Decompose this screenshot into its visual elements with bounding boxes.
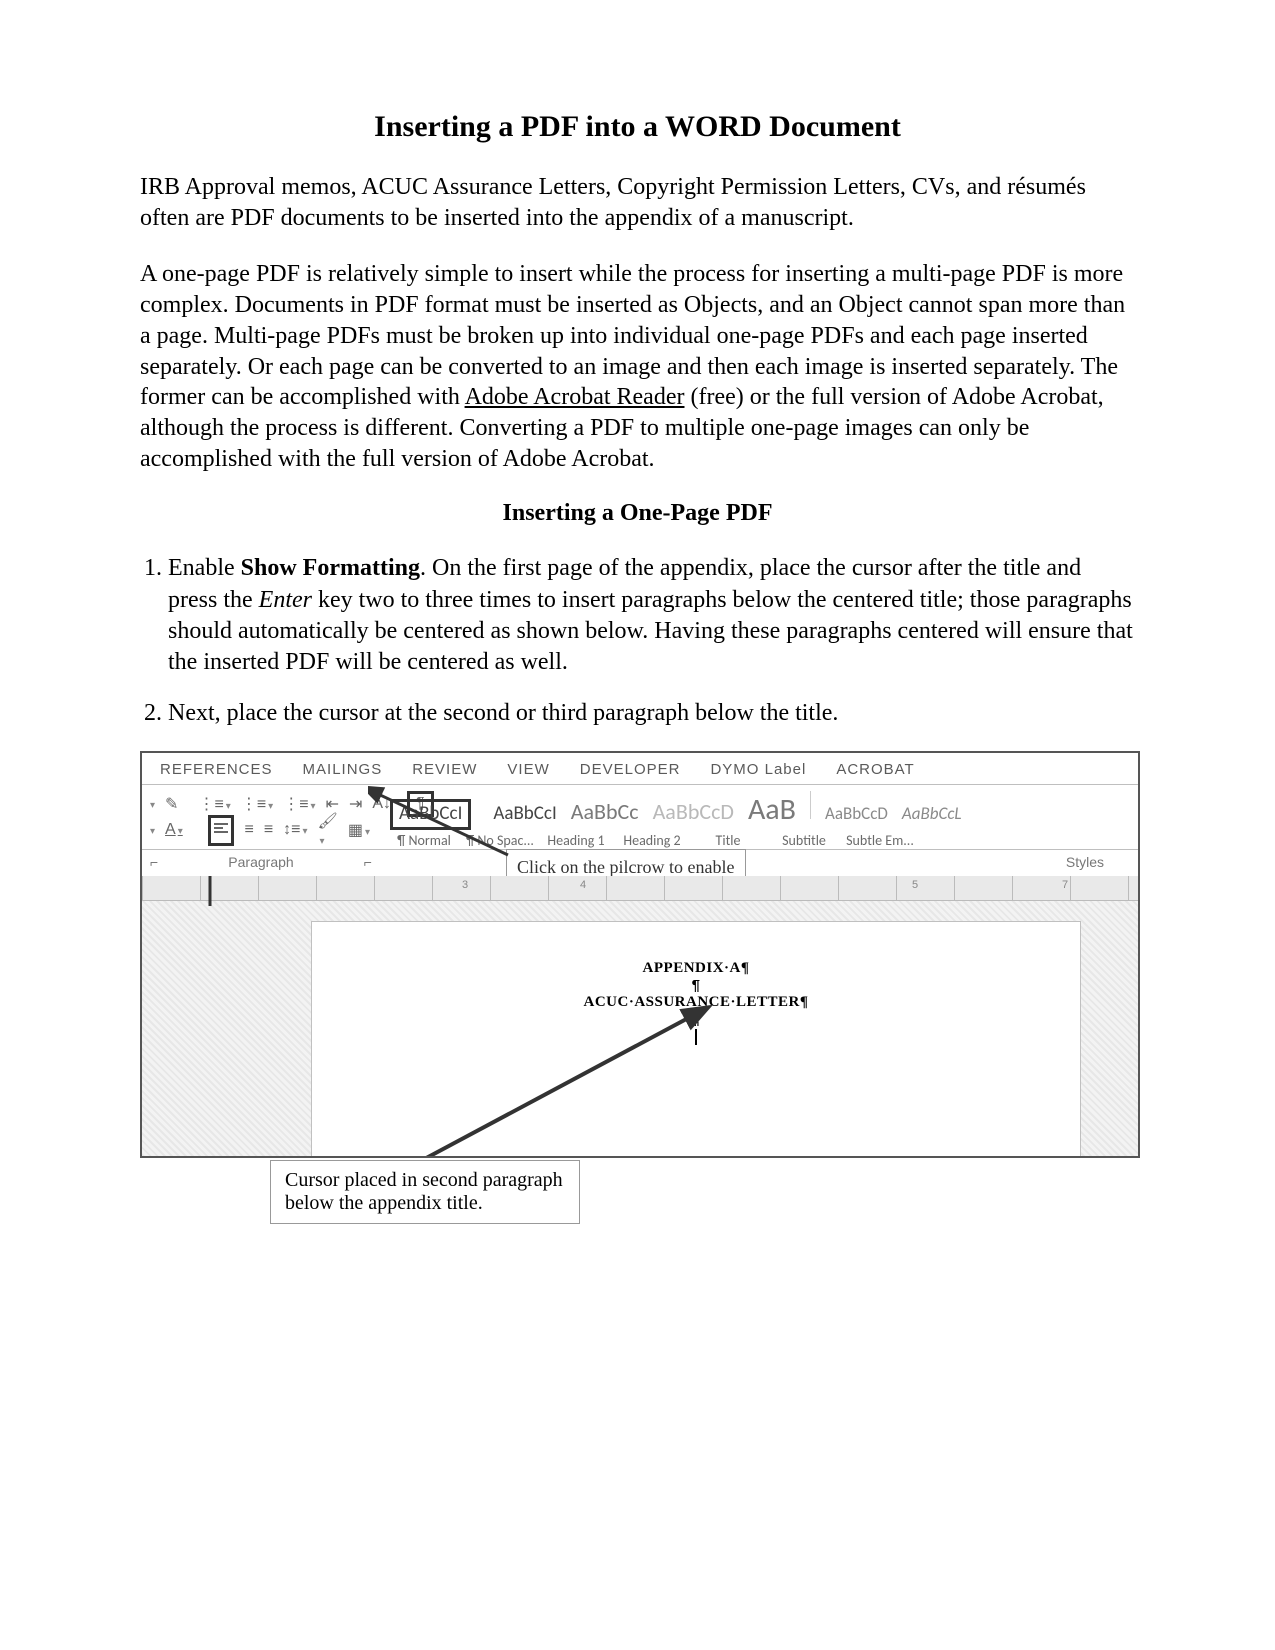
- style-name-subtitle: Subtitle: [770, 832, 838, 849]
- document-area: 3 4 5 7 APPENDIX·A¶ ¶ ACUC·ASSURANCE·LET…: [142, 876, 1138, 1156]
- group-label-paragraph: Paragraph: [228, 854, 293, 870]
- group-label-styles: Styles: [380, 850, 1138, 876]
- word-ribbon-screenshot: REFERENCES MAILINGS REVIEW VIEW DEVELOPE…: [140, 751, 1140, 1158]
- font-color-dropdown-icon[interactable]: [148, 821, 155, 839]
- tab-developer[interactable]: DEVELOPER: [580, 761, 681, 778]
- align-lines-icon: [214, 821, 228, 835]
- style-name-nospacing: ¶ No Spac...: [466, 832, 534, 849]
- appendix-subtitle-line: ACUC·ASSURANCE·LETTER¶: [312, 994, 1080, 1011]
- text-run: key two to three times to insert paragra…: [168, 587, 1133, 675]
- tab-acrobat[interactable]: ACROBAT: [836, 761, 914, 778]
- appendix-heading-line: APPENDIX·A¶: [312, 960, 1080, 977]
- tab-mailings[interactable]: MAILINGS: [303, 761, 383, 778]
- align-justify-icon[interactable]: ≡: [264, 821, 273, 839]
- style-samples-row: AaBbCcI AaBbCcI AaBbCc AaBbCcD AaB AaBbC…: [390, 791, 1138, 830]
- tab-view[interactable]: VIEW: [507, 761, 549, 778]
- section-heading: Inserting a One-Page PDF: [140, 500, 1135, 527]
- style-sample-heading1[interactable]: AaBbCc: [571, 798, 639, 825]
- text-bold: Show Formatting: [241, 555, 420, 581]
- style-sample-title[interactable]: AaB: [748, 791, 796, 828]
- intro-paragraph-2: A one-page PDF is relatively simple to i…: [140, 259, 1135, 474]
- steps-list: Enable Show Formatting. On the first pag…: [140, 553, 1135, 729]
- document-page[interactable]: APPENDIX·A¶ ¶ ACUC·ASSURANCE·LETTER¶ ¶: [312, 922, 1080, 1156]
- step-2: Next, place the cursor at the second or …: [168, 698, 1135, 729]
- align-center-icon[interactable]: ≡: [244, 821, 253, 839]
- tab-dymo[interactable]: DYMO Label: [710, 761, 806, 778]
- dialog-launcher-clipboard-icon[interactable]: ⌐: [150, 854, 158, 870]
- text-cursor-icon: [695, 1029, 697, 1045]
- clipboard-dropdown-icon[interactable]: [148, 795, 155, 813]
- ribbon-paragraph-group: ✎ ⋮≡ ⋮≡ ⋮≡ ⇤ ⇥ A↓ ¶ A ≡: [142, 785, 376, 849]
- ruler-mark: 4: [580, 879, 586, 891]
- shading-icon[interactable]: 🖌: [318, 811, 338, 849]
- style-sample-subtitle[interactable]: AaBbCcD: [825, 803, 888, 824]
- intro-paragraph-1: IRB Approval memos, ACUC Assurance Lette…: [140, 172, 1135, 233]
- empty-paragraph: ¶: [312, 977, 1080, 994]
- format-painter-icon[interactable]: ✎: [165, 794, 178, 814]
- indent-icon[interactable]: ⇥: [349, 794, 362, 814]
- style-name-heading2: Heading 2: [618, 832, 686, 849]
- cursor-line: [312, 1028, 1080, 1045]
- ruler-mark: 7: [1062, 879, 1068, 891]
- style-sample-subtleem[interactable]: AaBbCcL: [902, 803, 962, 824]
- text-italic: Enter: [259, 587, 312, 613]
- callout-cursor-position: Cursor placed in second paragraph below …: [270, 1160, 580, 1224]
- ribbon-styles-group: AaBbCcI AaBbCcI AaBbCc AaBbCcD AaB AaBbC…: [376, 785, 1138, 849]
- horizontal-ruler[interactable]: 3 4 5 7: [142, 876, 1138, 901]
- ribbon-body: ✎ ⋮≡ ⋮≡ ⋮≡ ⇤ ⇥ A↓ ¶ A ≡: [142, 785, 1138, 850]
- style-name-subtleem: Subtle Em...: [846, 832, 914, 849]
- dialog-launcher-paragraph-icon[interactable]: ⌐: [364, 854, 372, 870]
- style-sample-normal[interactable]: AaBbCcI: [390, 799, 471, 830]
- style-name-title: Title: [694, 832, 762, 849]
- style-sample-nospacing[interactable]: AaBbCcI: [493, 802, 556, 825]
- style-name-heading1: Heading 1: [542, 832, 610, 849]
- align-left-button[interactable]: [208, 815, 234, 846]
- text-run: Click on the pilcrow to enable: [517, 857, 734, 877]
- numbering-icon[interactable]: ⋮≡: [241, 794, 273, 814]
- underline-font-color-icon[interactable]: A: [165, 821, 183, 839]
- style-sample-heading2[interactable]: AaBbCcD: [653, 798, 734, 825]
- bullets-icon[interactable]: ⋮≡: [198, 794, 230, 814]
- step-1: Enable Show Formatting. On the first pag…: [168, 553, 1135, 678]
- tab-review[interactable]: REVIEW: [412, 761, 477, 778]
- tab-references[interactable]: REFERENCES: [160, 761, 273, 778]
- empty-paragraph: ¶: [312, 1011, 1080, 1028]
- text-run: Enable: [168, 555, 241, 581]
- ruler-mark: 3: [462, 879, 468, 891]
- style-names-row: ¶ Normal ¶ No Spac... Heading 1 Heading …: [390, 832, 1138, 849]
- multilevel-icon[interactable]: ⋮≡: [283, 794, 315, 814]
- style-name-normal: ¶ Normal: [390, 832, 458, 849]
- page-title: Inserting a PDF into a WORD Document: [140, 110, 1135, 144]
- ribbon-tabstrip: REFERENCES MAILINGS REVIEW VIEW DEVELOPE…: [142, 753, 1138, 785]
- adobe-reader-link[interactable]: Adobe Acrobat Reader: [465, 384, 685, 410]
- line-spacing-icon[interactable]: ↕≡: [283, 821, 307, 839]
- ruler-mark: 5: [912, 879, 918, 891]
- borders-icon[interactable]: ▦: [348, 820, 370, 840]
